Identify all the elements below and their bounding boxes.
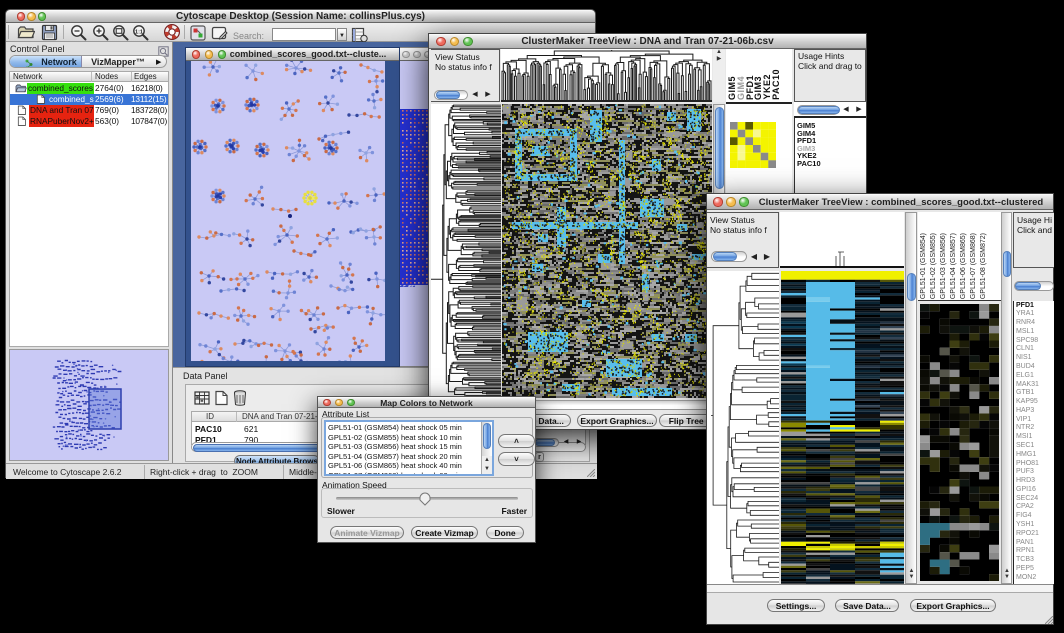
svg-text:1:1: 1:1 (135, 29, 143, 35)
